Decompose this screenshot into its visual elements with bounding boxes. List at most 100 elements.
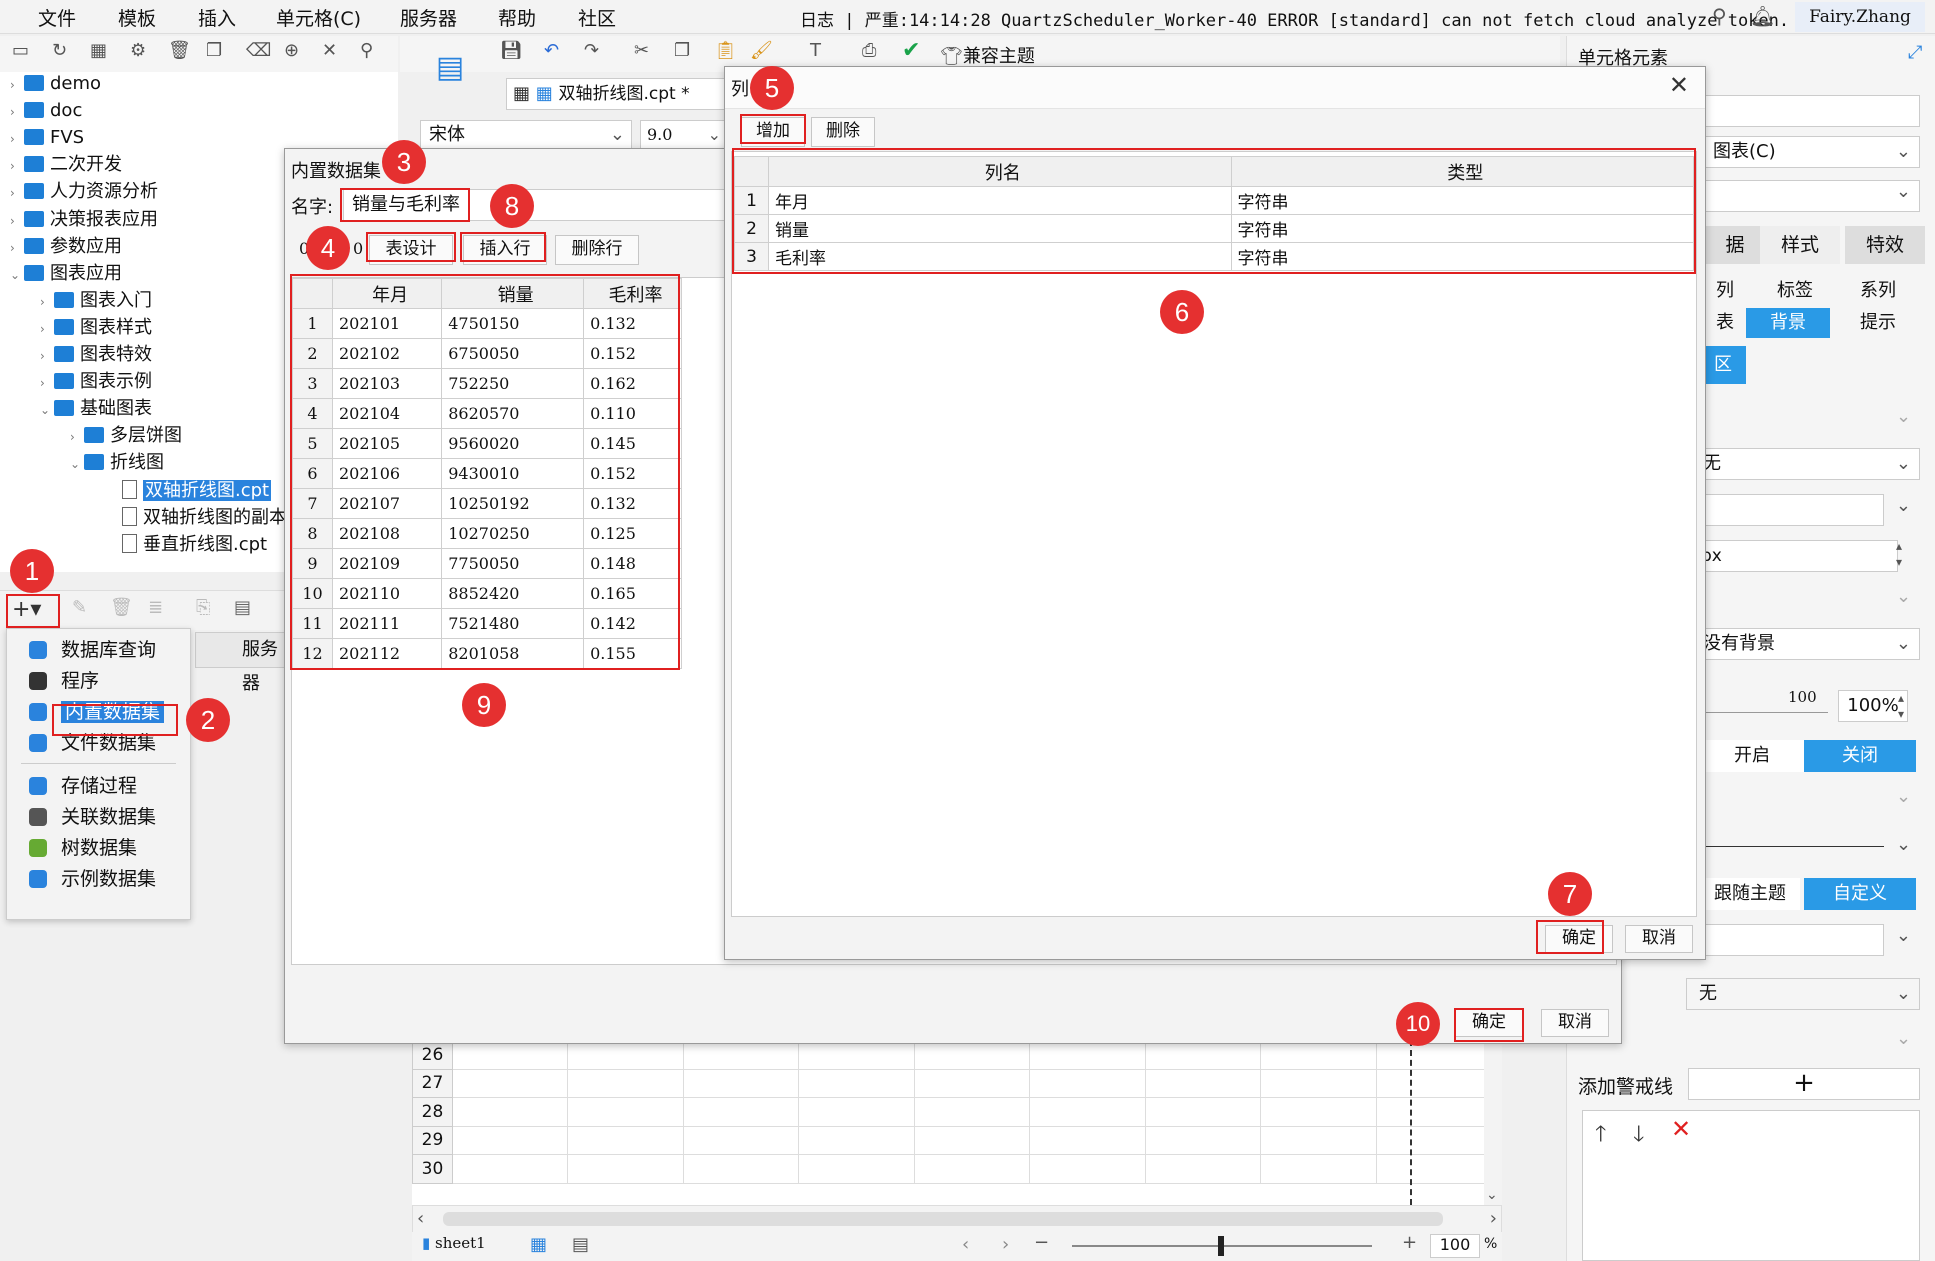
insert-row-button[interactable]: 插入行 (463, 235, 547, 265)
sheet-cell[interactable] (1029, 1125, 1146, 1155)
format-brush-icon[interactable]: 🖌︎ (750, 40, 773, 61)
tree-file[interactable]: 双轴折线图的副本 (122, 505, 287, 531)
subtab-background[interactable]: 背景 (1746, 308, 1830, 338)
table-cell[interactable]: 10270250 (441, 518, 585, 549)
column-header[interactable]: 列名 (768, 156, 1232, 187)
sheet-cell[interactable] (798, 1097, 915, 1127)
sheet-cell[interactable] (682, 1097, 800, 1127)
table-cell[interactable]: 0.125 (583, 518, 682, 549)
tree-folder[interactable]: › 图表特效 (40, 342, 152, 368)
chevron-right-icon[interactable]: › (1490, 1208, 1497, 1229)
h-scrollbar[interactable]: ‹ › (412, 1205, 1502, 1233)
sheet-cell[interactable] (913, 1125, 1031, 1155)
copy-icon[interactable]: ❐ (674, 40, 690, 61)
close-icon[interactable]: ✕ (322, 40, 337, 61)
database-icon[interactable]: ≣ (148, 597, 163, 618)
text-icon[interactable]: T (810, 40, 821, 61)
chevron-right-icon[interactable]: › (1002, 1234, 1009, 1255)
chevron-right-icon[interactable]: › (10, 126, 24, 152)
new-folder-icon[interactable]: ▭ (12, 40, 29, 61)
menu-item[interactable]: 程序 (29, 666, 99, 696)
table-design-button[interactable]: 表设计 (369, 235, 453, 265)
tree-file[interactable]: 双轴折线图.cpt (122, 478, 272, 504)
table-cell[interactable]: 10250192 (441, 488, 585, 519)
column-cancel-button[interactable]: 取消 (1625, 925, 1693, 953)
chevron-right-icon[interactable]: › (10, 153, 24, 179)
sheet-cell[interactable] (567, 1097, 684, 1127)
tree-folder[interactable]: › 人力资源分析 (10, 179, 158, 205)
builtin-cancel-button[interactable]: 取消 (1541, 1009, 1609, 1037)
column-header[interactable]: 毛利率 (583, 278, 682, 309)
table-cell[interactable]: 0.165 (583, 578, 682, 609)
chevron-right-icon[interactable]: › (10, 235, 24, 261)
menu-item[interactable]: 存储过程 (29, 771, 137, 801)
add-column-button[interactable]: 增加 (741, 117, 805, 147)
sheet-cell[interactable] (451, 1097, 569, 1127)
color-select[interactable]: ⌄ (1690, 494, 1911, 526)
row-header[interactable]: 28 (412, 1097, 453, 1127)
tree-folder[interactable]: › doc (10, 98, 82, 124)
sheet-cell[interactable] (567, 1154, 684, 1184)
chevron-down-icon[interactable]: ⌄ (10, 262, 24, 288)
column-ok-button[interactable]: 确定 (1545, 925, 1613, 953)
chevron-right-icon[interactable]: › (40, 370, 54, 396)
menu-item[interactable]: 服务器 (400, 4, 457, 31)
spinner-icon[interactable]: ▴ ▾ (1898, 690, 1904, 722)
chart-subtype-select[interactable]: ⌄ (1690, 180, 1920, 212)
zoom-out-icon[interactable]: − (1034, 1232, 1049, 1253)
tab-effects[interactable]: 特效 (1845, 226, 1925, 264)
add-report-icon[interactable]: ▤ (572, 1234, 589, 1255)
table-cell[interactable]: 202105 (331, 428, 443, 459)
sheet-cell[interactable] (451, 1068, 569, 1098)
font-select[interactable]: 宋体 ⌄ (420, 120, 632, 150)
sheet-cell[interactable] (798, 1154, 915, 1184)
tree-folder[interactable]: › 图表入门 (40, 288, 152, 314)
tree-file[interactable]: 垂直折线图.cpt (122, 532, 267, 558)
tab-style[interactable]: 样式 (1760, 226, 1840, 264)
font-size-select[interactable]: 9.0 ⌄ (640, 120, 726, 150)
delete-row-button[interactable]: 删除行 (555, 235, 639, 265)
chevron-down-icon[interactable]: ⌄ (1896, 586, 1911, 607)
table-cell[interactable]: 7750050 (441, 548, 585, 579)
arrow-up-icon[interactable]: 🡑 (1595, 1117, 1606, 1155)
undo-icon[interactable]: ↶ (544, 40, 559, 61)
chevron-right-icon[interactable]: › (10, 72, 24, 98)
table-cell[interactable]: 202111 (331, 608, 443, 639)
shadow-on-button[interactable]: 开启 (1700, 740, 1804, 772)
menu-item[interactable]: 关联数据集 (29, 802, 156, 832)
clear-icon[interactable]: ⌫ (246, 40, 271, 61)
table-cell[interactable]: 8201058 (441, 638, 585, 669)
subtab-chart[interactable]: 表 (1700, 308, 1750, 338)
column-header[interactable]: 年月 (331, 278, 443, 309)
table-cell[interactable]: 202101 (331, 308, 443, 339)
user-name[interactable]: Fairy.Zhang (1795, 2, 1925, 32)
sheet-cell[interactable] (798, 1125, 915, 1155)
scroll-thumb[interactable] (443, 1212, 1443, 1226)
sheet-cell[interactable] (567, 1068, 684, 1098)
chevron-left-icon[interactable]: ‹ (962, 1234, 969, 1255)
delete-column-button[interactable]: 删除 (811, 117, 875, 147)
table-cell[interactable]: 202109 (331, 548, 443, 579)
sheet-cell[interactable] (1260, 1068, 1377, 1098)
table-cell[interactable]: 8620570 (441, 398, 585, 429)
sheet-cell[interactable] (1375, 1154, 1492, 1184)
expand-icon[interactable]: ⤢ (1908, 42, 1922, 63)
tree-folder[interactable]: › 决策报表应用 (10, 207, 158, 233)
table-cell[interactable]: 202108 (331, 518, 443, 549)
sheet-cell[interactable] (798, 1068, 915, 1098)
zoom-in-icon[interactable]: + (1402, 1232, 1417, 1253)
alert-select[interactable]: 无 ⌄ (1686, 978, 1920, 1010)
table-cell[interactable]: 202104 (331, 398, 443, 429)
table-cell[interactable]: 202102 (331, 338, 443, 369)
tree-folder[interactable]: › 图表样式 (40, 315, 152, 341)
row-header[interactable]: 29 (412, 1125, 453, 1155)
sheet-cell[interactable] (1144, 1125, 1262, 1155)
paste-icon[interactable]: 📋︎ (714, 40, 737, 61)
line-color-select[interactable]: ⌄ (1690, 924, 1911, 956)
column-header[interactable]: 类型 (1230, 156, 1694, 187)
shadow-off-button[interactable]: 关闭 (1804, 740, 1916, 772)
tree-folder[interactable]: ⌄ 折线图 (70, 450, 164, 476)
table-cell[interactable]: 9430010 (441, 458, 585, 489)
table-cell[interactable]: 8852420 (441, 578, 585, 609)
sheet-cell[interactable] (451, 1040, 569, 1070)
